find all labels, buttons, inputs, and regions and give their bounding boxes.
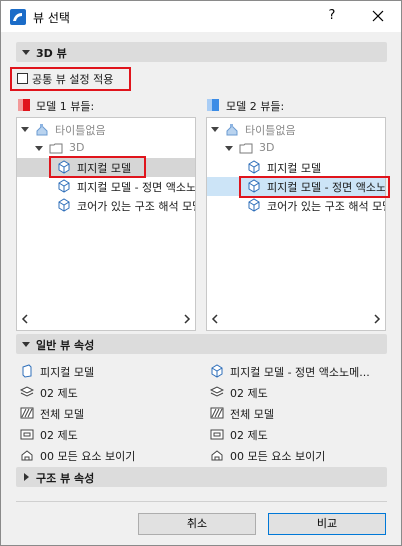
tree-item-physical-axonometric[interactable]: 피지컬 모델 - 정면 액소노메트릭 bbox=[17, 177, 195, 196]
prop-value: 02 제도 bbox=[230, 429, 268, 442]
tree-item-label: 코어가 있는 구조 해석 모델 bbox=[77, 200, 195, 213]
prop-row-pen-set: 전체 모델 bbox=[20, 405, 200, 423]
model2-selection-highlight bbox=[239, 176, 390, 198]
model-view-icon bbox=[210, 429, 224, 440]
chevron-down-icon[interactable] bbox=[211, 125, 219, 133]
scroll-left-icon[interactable] bbox=[211, 314, 219, 324]
prop-row-model-view: 02 제도 bbox=[210, 426, 390, 444]
box-view-icon bbox=[248, 198, 260, 212]
pen-set-icon bbox=[210, 407, 224, 419]
box-view-icon bbox=[58, 179, 70, 193]
tree-item-label: 타이틀없음 bbox=[55, 124, 106, 137]
chevron-down-icon[interactable] bbox=[225, 144, 233, 152]
model2-color-swatch bbox=[207, 99, 219, 111]
section-structural-header[interactable]: 구조 뷰 속성 bbox=[16, 467, 387, 487]
scroll-left-icon[interactable] bbox=[21, 314, 29, 324]
tree-item-label: 피지컬 모델 - 정면 액소노메트릭 bbox=[77, 181, 195, 194]
prop-row-layer: 02 제도 bbox=[210, 384, 390, 402]
compare-button[interactable]: 비교 bbox=[268, 513, 386, 535]
pen-set-icon bbox=[20, 407, 34, 419]
tree-item-physical-model[interactable]: 피지컬 모델 bbox=[207, 158, 385, 177]
tree-item-label: 3D bbox=[69, 141, 85, 154]
tree-item-untitled[interactable]: 타이틀없음 bbox=[17, 120, 195, 139]
prop-value: 02 제도 bbox=[40, 387, 78, 400]
model1-selection-highlight bbox=[49, 156, 146, 178]
tree-item-3d-folder[interactable]: 3D bbox=[207, 139, 385, 158]
model2-label: 모델 2 뷰들: bbox=[226, 100, 285, 113]
archicad-app-icon bbox=[10, 9, 26, 25]
prop-value: 피지컬 모델 bbox=[40, 366, 95, 379]
prop-value: 피지컬 모델 - 정면 액소노메... bbox=[230, 366, 370, 379]
prop-value: 00 모든 요소 보이기 bbox=[230, 450, 326, 463]
chevron-down-icon bbox=[22, 50, 30, 55]
section-structural-label: 구조 뷰 속성 bbox=[36, 472, 95, 485]
chevron-down-icon[interactable] bbox=[21, 125, 29, 133]
prop-row-view: 피지컬 모델 - 정면 액소노메... bbox=[210, 363, 390, 381]
tree-item-label: 피지컬 모델 bbox=[267, 162, 322, 175]
chevron-down-icon[interactable] bbox=[35, 144, 43, 152]
prop-value: 02 제도 bbox=[230, 387, 268, 400]
tree-item-label: 타이틀없음 bbox=[245, 124, 296, 137]
box-view-icon bbox=[248, 160, 260, 174]
prop-value: 02 제도 bbox=[40, 429, 78, 442]
common-setting-checkbox[interactable] bbox=[17, 73, 28, 84]
box-view-icon bbox=[58, 198, 70, 212]
layer-icon bbox=[20, 386, 34, 397]
section-general-header[interactable]: 일반 뷰 속성 bbox=[16, 334, 387, 354]
section-3d-label: 3D 뷰 bbox=[36, 47, 67, 60]
title-bar: 뷰 선택 ? bbox=[1, 1, 401, 32]
chevron-down-icon bbox=[22, 342, 30, 347]
renovation-icon bbox=[21, 450, 33, 461]
layer-icon bbox=[210, 386, 224, 397]
untitled-model-icon bbox=[36, 124, 48, 136]
prop-row-model-view: 02 제도 bbox=[20, 426, 200, 444]
folder-icon bbox=[239, 143, 253, 154]
common-setting-label: 공통 뷰 설정 적용 bbox=[32, 73, 114, 86]
prop-row-layer: 02 제도 bbox=[20, 384, 200, 402]
view-select-dialog: 뷰 선택 ? 3D 뷰 공통 뷰 설정 적용 모델 1 뷰들: 모델 2 뷰들:… bbox=[0, 0, 402, 546]
model1-view-tree[interactable]: 타이틀없음 3D 피지컬 모델 피지컬 모델 - 정면 액소노메트릭 코어가 있… bbox=[16, 117, 196, 331]
folder-icon bbox=[49, 143, 63, 154]
prop-row-view: 피지컬 모델 bbox=[20, 363, 200, 381]
model1-label: 모델 1 뷰들: bbox=[36, 100, 95, 113]
footer-divider bbox=[16, 501, 387, 502]
tree-item-structural-core[interactable]: 코어가 있는 구조 해석 모델 bbox=[17, 196, 195, 215]
prop-row-renovation: 00 모든 요소 보이기 bbox=[210, 447, 390, 465]
model1-color-swatch bbox=[18, 99, 30, 111]
scroll-right-icon[interactable] bbox=[373, 314, 381, 324]
tree-item-label: 3D bbox=[259, 141, 275, 154]
renovation-icon bbox=[211, 450, 223, 461]
prop-row-pen-set: 전체 모델 bbox=[210, 405, 390, 423]
section-general-label: 일반 뷰 속성 bbox=[36, 339, 95, 352]
prop-value: 전체 모델 bbox=[40, 408, 84, 421]
close-icon[interactable] bbox=[369, 7, 387, 25]
chevron-right-icon bbox=[24, 473, 29, 481]
model2-view-tree[interactable]: 타이틀없음 3D 피지컬 모델 피지컬 모델 - 정면 액소노메트릭 코어가 있… bbox=[206, 117, 386, 331]
tree-item-label: 코어가 있는 구조 해석 모델 bbox=[267, 200, 385, 213]
cancel-button[interactable]: 취소 bbox=[138, 513, 256, 535]
section-3d-header[interactable]: 3D 뷰 bbox=[16, 42, 387, 62]
model-view-icon bbox=[20, 429, 34, 440]
untitled-model-icon bbox=[226, 124, 238, 136]
tree-item-structural-core[interactable]: 코어가 있는 구조 해석 모델 bbox=[207, 196, 385, 215]
dialog-title: 뷰 선택 bbox=[33, 11, 70, 25]
prop-value: 00 모든 요소 보이기 bbox=[40, 450, 136, 463]
tree-item-untitled[interactable]: 타이틀없음 bbox=[207, 120, 385, 139]
view-icon bbox=[22, 364, 32, 378]
help-button[interactable]: ? bbox=[323, 7, 341, 25]
scroll-right-icon[interactable] bbox=[183, 314, 191, 324]
prop-row-renovation: 00 모든 요소 보이기 bbox=[20, 447, 200, 465]
view-icon bbox=[211, 364, 223, 378]
prop-value: 전체 모델 bbox=[230, 408, 274, 421]
